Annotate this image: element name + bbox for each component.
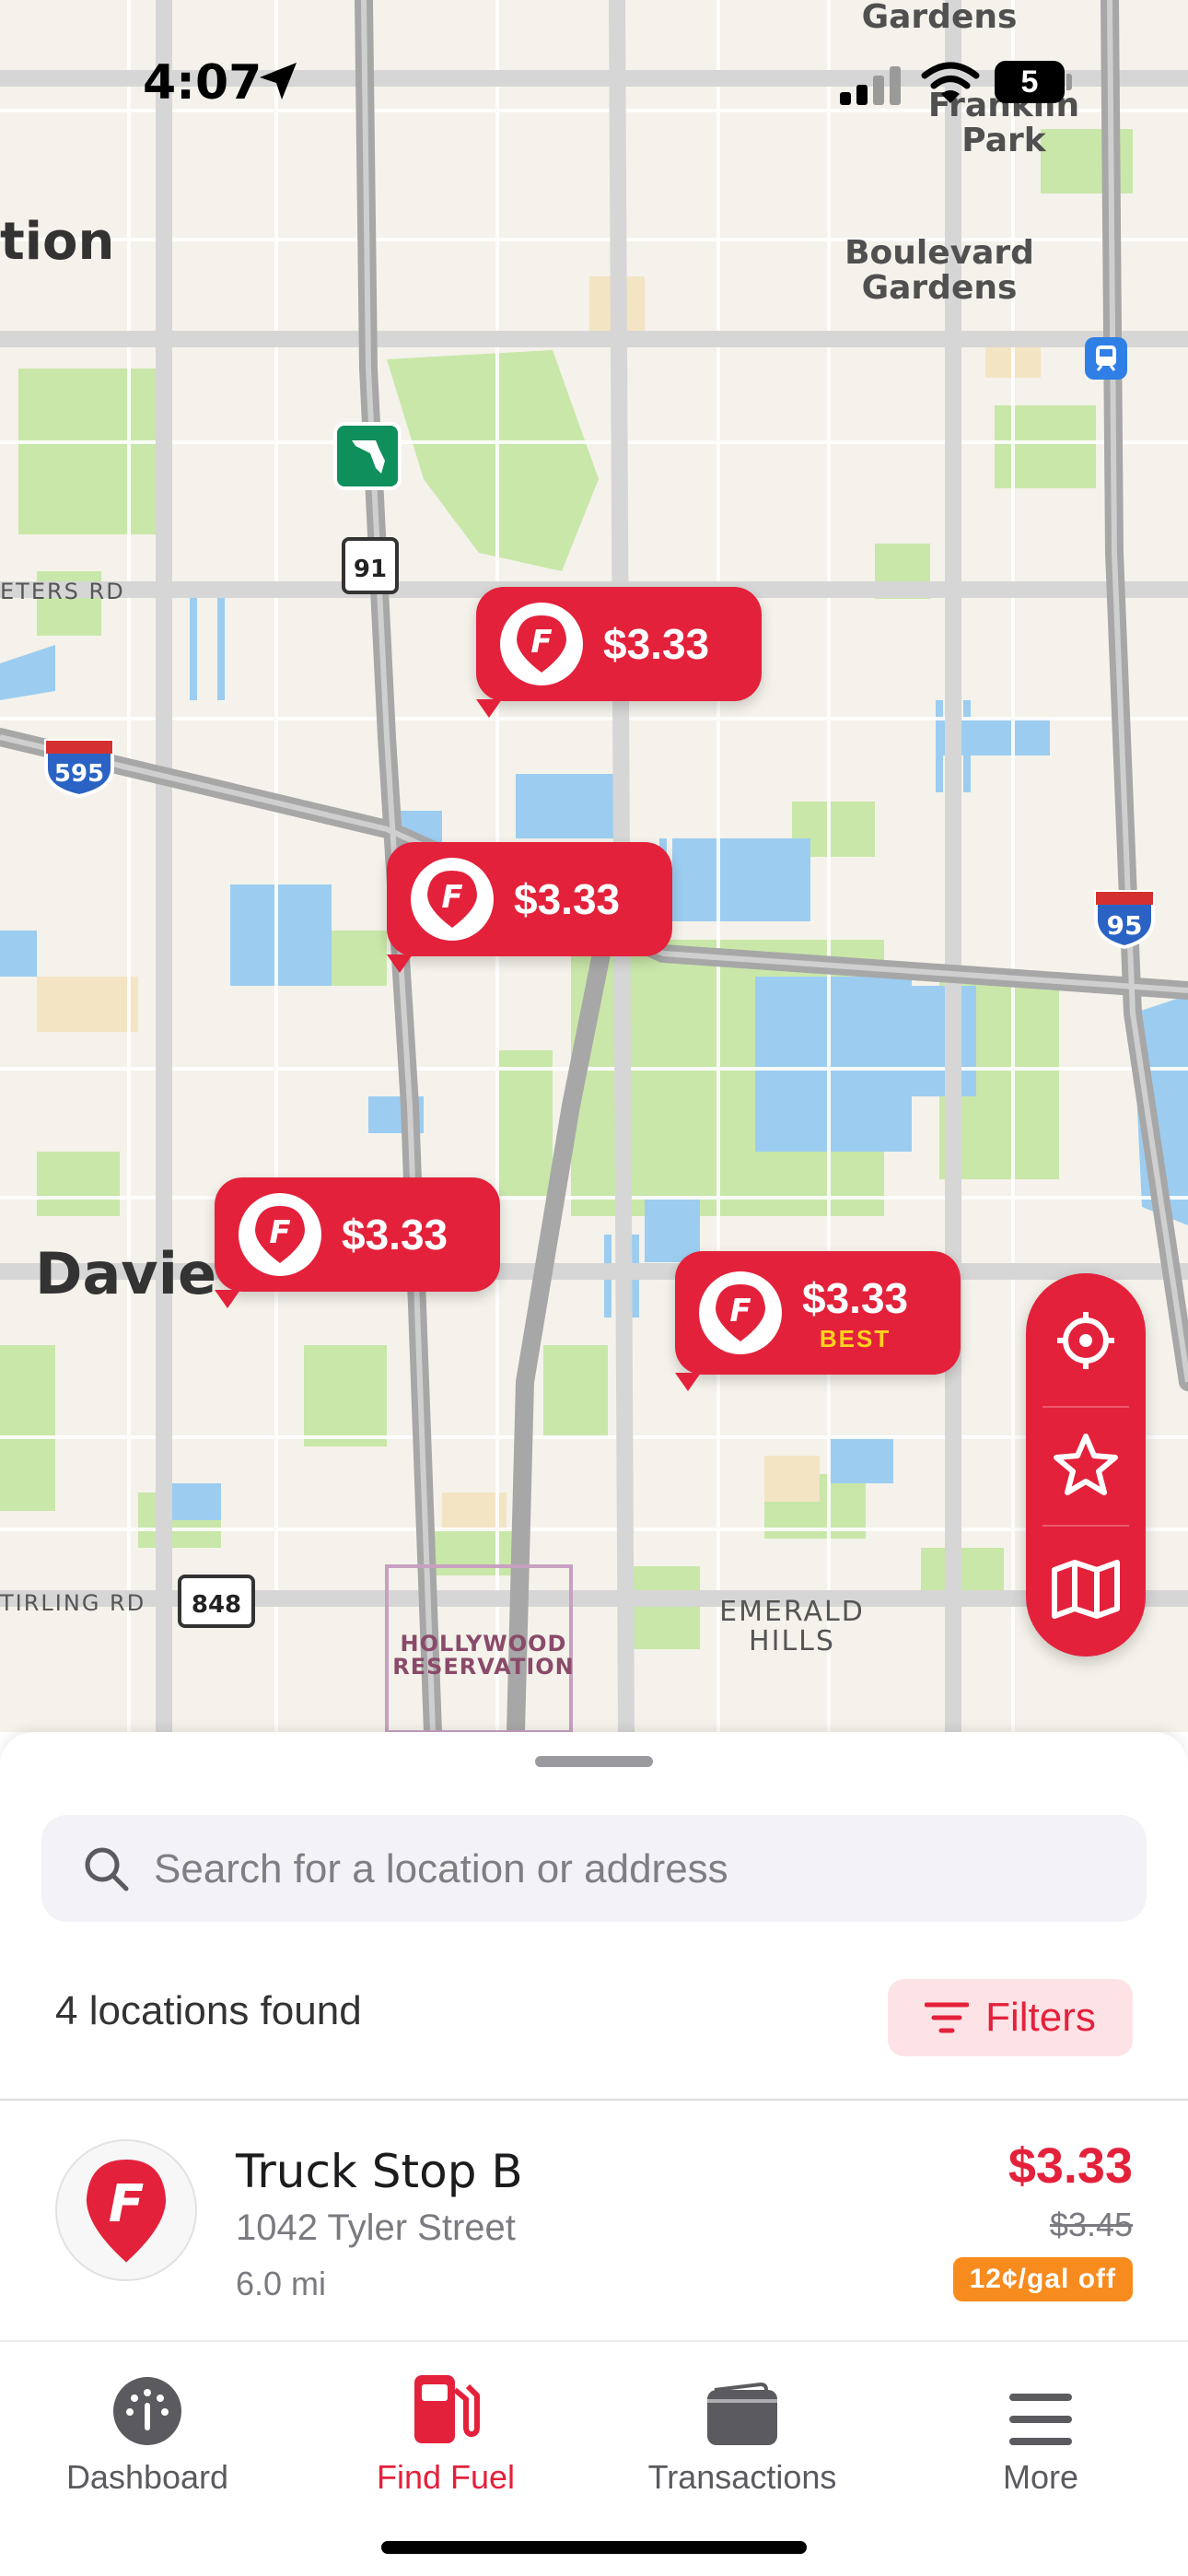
state-road-91-shield: 91 (341, 536, 400, 600)
battery-level: 5 (1020, 64, 1039, 100)
search-icon (85, 1847, 129, 1891)
wallet-icon (707, 2383, 777, 2445)
svg-text:848: 848 (192, 1591, 241, 1619)
map-label-davie: Davie (35, 1240, 217, 1307)
star-icon (1054, 1434, 1118, 1495)
tab-label: Dashboard (65, 2458, 229, 2496)
station-list-item[interactable]: F Truck Stop B 1042 Tyler Street 6.0 mi … (0, 2101, 1188, 2340)
svg-text:595: 595 (54, 760, 104, 788)
tab-more[interactable]: More (903, 2373, 1179, 2497)
station-pin-best[interactable]: F $3.33 BEST (675, 1251, 961, 1391)
discount-badge: 12¢/gal off (952, 2257, 1133, 2301)
favorites-button[interactable] (1026, 1405, 1146, 1525)
tab-find-fuel[interactable]: Find Fuel (308, 2373, 584, 2497)
search-bar[interactable] (41, 1815, 1147, 1924)
svg-text:95: 95 (1107, 910, 1143, 941)
map-label-emerald-hills: EMERALD HILLS (719, 1596, 865, 1657)
station-address: 1042 Tyler Street (236, 2207, 516, 2248)
svg-text:F: F (109, 2174, 145, 2234)
station-distance: 6.0 mi (236, 2265, 327, 2302)
svg-text:F: F (269, 1214, 290, 1251)
svg-text:F: F (530, 624, 552, 661)
pin-price: $3.33 (603, 620, 710, 668)
map-label-sterling-rd: TIRLING RD (0, 1590, 146, 1616)
svg-text:F: F (441, 879, 462, 916)
locate-me-button[interactable] (1026, 1281, 1146, 1400)
tab-label: Find Fuel (376, 2458, 516, 2496)
station-price: $3.33 (1007, 2138, 1133, 2194)
filter-icon (925, 2002, 970, 2033)
state-road-848-shield: 848 (177, 1574, 256, 1633)
station-pin-3[interactable]: F $3.33 (215, 1177, 500, 1308)
status-bar: 4:07 5 (0, 37, 1188, 120)
fuel-pump-icon (414, 2375, 480, 2443)
gauge-icon (113, 2377, 181, 2445)
wifi-icon (921, 62, 980, 103)
location-arrow-icon (260, 63, 297, 100)
tab-dashboard[interactable]: Dashboard (9, 2373, 285, 2497)
fab-divider (1042, 1525, 1129, 1527)
pin-price: $3.33 (342, 1211, 448, 1259)
interstate-595-shield: 595 (42, 737, 116, 802)
tab-transactions[interactable]: Transactions (604, 2373, 880, 2497)
station-pin-2[interactable]: F $3.33 (387, 842, 672, 973)
brand-logo-icon: F (500, 603, 583, 685)
svg-text:F: F (729, 1293, 751, 1329)
map-icon (1052, 1560, 1120, 1619)
station-pin-1[interactable]: F $3.33 (476, 587, 762, 718)
status-time: 4:07 (143, 55, 262, 111)
crosshair-icon (1057, 1312, 1114, 1369)
map-view[interactable]: Gardens Franklin Park Boulevard Gardens … (0, 0, 1188, 1732)
locations-count: 4 locations found (55, 1988, 362, 2033)
svg-text:91: 91 (354, 556, 387, 583)
map-label-gardens: Gardens (861, 0, 1018, 36)
brand-logo-icon: F (239, 1193, 321, 1276)
sheet-grabber[interactable] (535, 1756, 653, 1767)
map-label-city-partial: tion (0, 212, 115, 272)
battery-icon: 5 (995, 61, 1072, 103)
best-badge: BEST (819, 1324, 891, 1352)
filters-label: Filters (985, 1995, 1096, 2040)
interstate-95-shield: 95 (1092, 888, 1157, 954)
home-indicator (381, 2541, 807, 2554)
map-label-peters-rd: ETERS RD (0, 579, 125, 604)
search-input[interactable] (152, 1815, 1113, 1924)
tab-label: More (1002, 2458, 1079, 2496)
brand-logo-icon: F (411, 858, 494, 941)
station-original-price: $3.45 (1049, 2206, 1133, 2243)
pin-price: $3.33 (802, 1273, 909, 1322)
brand-logo-icon: F (699, 1271, 782, 1354)
menu-icon (1009, 2394, 1072, 2445)
tab-label: Transactions (647, 2458, 837, 2496)
map-label-boulevard-gardens: Boulevard Gardens (844, 234, 1034, 307)
station-logo: F (55, 2139, 197, 2281)
brand-logo-icon: F (86, 2160, 167, 2263)
map-type-button[interactable] (1026, 1529, 1146, 1649)
signal-icon (840, 66, 901, 105)
state-park-icon (333, 422, 402, 495)
transit-station-icon (1083, 335, 1129, 386)
map-actions (1026, 1273, 1146, 1657)
pin-price: $3.33 (514, 875, 621, 923)
station-name: Truck Stop B (236, 2145, 523, 2198)
map-label-hollywood-reservation: HOLLYWOOD RESERVATION (392, 1631, 575, 1680)
filters-button[interactable]: Filters (888, 1979, 1133, 2056)
